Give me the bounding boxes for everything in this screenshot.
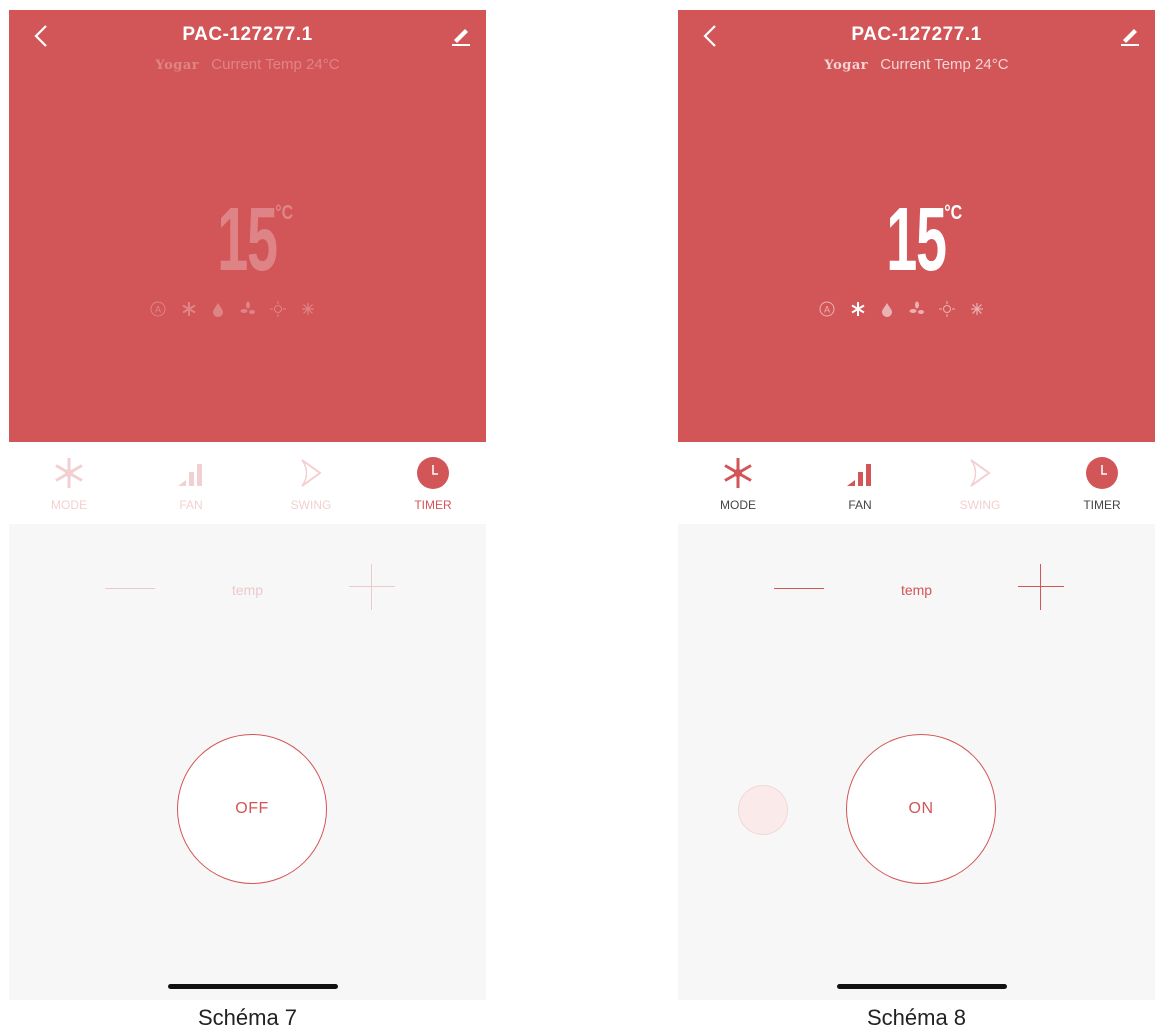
temp-label: temp xyxy=(900,582,933,598)
temp-control: temp xyxy=(678,524,1155,624)
power-button[interactable]: ON xyxy=(846,734,996,884)
current-temp: Current Temp 24°C xyxy=(880,56,1009,73)
tab-mode-label: MODE xyxy=(720,498,756,512)
caption-schema-7: Schéma 7 xyxy=(197,1005,298,1030)
home-indicator[interactable] xyxy=(168,984,338,989)
sun-icon xyxy=(938,300,955,317)
clock-icon xyxy=(417,457,449,489)
control-tabs: MODE FAN SWING TIMER xyxy=(9,442,486,524)
tab-mode-label: MODE xyxy=(51,498,87,512)
edit-icon[interactable] xyxy=(1119,24,1141,46)
tab-swing-label: SWING xyxy=(959,498,1001,512)
drop-icon xyxy=(213,302,224,317)
power-button[interactable]: OFF xyxy=(177,734,327,884)
drop-icon xyxy=(882,302,893,317)
tab-mode[interactable]: MODE xyxy=(29,456,109,512)
device-title: PAC-127277.1 xyxy=(182,24,313,45)
svg-text:A: A xyxy=(155,304,161,314)
snowflake-icon xyxy=(851,301,865,316)
edit-icon[interactable] xyxy=(450,24,472,46)
moon-icon xyxy=(333,301,341,316)
tab-fan-label: FAN xyxy=(848,498,872,512)
tab-swing-label: SWING xyxy=(290,498,332,512)
swing-icon xyxy=(970,459,991,487)
power-label: ON xyxy=(908,800,934,817)
snowflake-icon xyxy=(724,458,752,488)
tab-swing[interactable]: SWING xyxy=(940,456,1020,512)
phone-screen-on: PAC-127277.1 Yogar Current Temp 24°C 15°… xyxy=(678,10,1155,1000)
snowflake-icon xyxy=(55,458,83,488)
moon-icon xyxy=(755,798,768,824)
fan-icon xyxy=(909,301,924,314)
mode-indicator-row: A xyxy=(678,300,1155,318)
temp-label: temp xyxy=(231,582,264,598)
current-temp-row: Yogar Current Temp 24°C xyxy=(9,56,486,73)
sun-icon xyxy=(269,300,286,317)
set-temp-value: 15 xyxy=(886,190,947,290)
snowflake-icon xyxy=(182,301,196,316)
caption-schema-8: Schéma 8 xyxy=(866,1005,967,1030)
header-panel: PAC-127277.1 Yogar Current Temp 24°C 15°… xyxy=(678,10,1155,442)
phone-screen-off: PAC-127277.1 Yogar Current Temp 24°C 15°… xyxy=(9,10,486,1000)
tab-timer[interactable]: TIMER xyxy=(393,456,473,512)
tab-mode[interactable]: MODE xyxy=(698,456,778,512)
header-panel: PAC-127277.1 Yogar Current Temp 24°C 15°… xyxy=(9,10,486,442)
fan-icon xyxy=(240,301,255,314)
temp-increase-button[interactable] xyxy=(1018,564,1064,610)
set-temp-display: 15°C xyxy=(678,190,1155,290)
home-indicator[interactable] xyxy=(837,984,1007,989)
mode-indicator-row: A xyxy=(9,300,486,318)
device-title: PAC-127277.1 xyxy=(851,24,982,45)
tab-fan-label: FAN xyxy=(179,498,203,512)
swing-icon xyxy=(301,459,322,487)
temp-control: temp xyxy=(9,524,486,624)
svg-text:A: A xyxy=(824,304,830,314)
tab-timer-label: TIMER xyxy=(1083,498,1121,512)
auto-icon: A xyxy=(150,301,166,317)
current-temp: Current Temp 24°C xyxy=(211,56,340,73)
tab-timer-label: TIMER xyxy=(414,498,452,512)
control-tabs: MODE FAN SWING TIMER xyxy=(678,442,1155,524)
fan-bars-icon xyxy=(847,464,871,486)
moon-icon xyxy=(1002,301,1010,316)
sleep-button[interactable] xyxy=(738,785,788,835)
temp-increase-button[interactable] xyxy=(349,564,395,610)
set-temp-display: 15°C xyxy=(9,190,486,290)
tab-fan[interactable]: FAN xyxy=(820,456,900,512)
tab-fan[interactable]: FAN xyxy=(151,456,231,512)
clock-icon xyxy=(1086,457,1118,489)
fan-bars-icon xyxy=(178,464,202,486)
tab-swing[interactable]: SWING xyxy=(271,456,351,512)
brand-logo: Yogar xyxy=(824,58,869,73)
brand-logo: Yogar xyxy=(155,58,200,73)
set-temp-value: 15 xyxy=(217,190,278,290)
current-temp-row: Yogar Current Temp 24°C xyxy=(678,56,1155,73)
temp-unit: °C xyxy=(944,202,963,224)
cool-icon xyxy=(971,302,984,315)
temp-unit: °C xyxy=(275,202,294,224)
auto-icon: A xyxy=(819,301,835,317)
tab-timer[interactable]: TIMER xyxy=(1062,456,1142,512)
cool-icon xyxy=(302,302,315,315)
power-label: OFF xyxy=(235,800,269,817)
